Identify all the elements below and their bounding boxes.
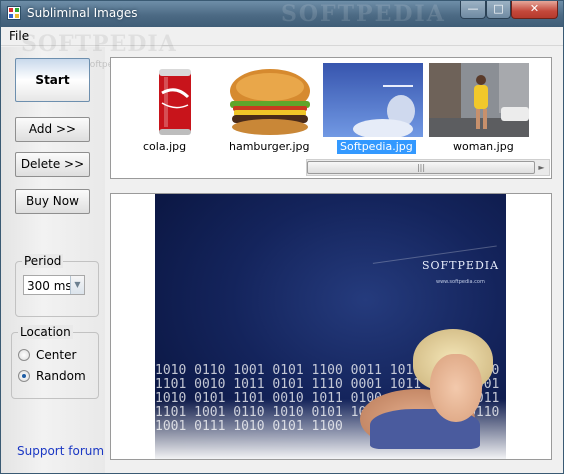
location-group: Location Center Random xyxy=(11,325,99,399)
app-window: Subliminal Images SOFTPEDIA — □ ✕ File S… xyxy=(0,0,564,474)
thumb-woman-label[interactable]: woman.jpg xyxy=(453,140,514,154)
thumb-softpedia[interactable] xyxy=(323,63,423,139)
period-select[interactable]: 300 ms ▼ xyxy=(23,275,85,295)
title-bar[interactable]: Subliminal Images SOFTPEDIA — □ ✕ xyxy=(1,1,563,27)
watermark-text: SOFTPEDIA xyxy=(281,1,446,27)
thumb-cola[interactable] xyxy=(126,63,226,137)
image-list[interactable]: cola.jpg hamburger.jpg Softpedia.jpg wom… xyxy=(110,57,552,179)
thumb-hamburger[interactable] xyxy=(220,63,320,137)
radio-center-label: Center xyxy=(36,348,77,362)
thumb-woman[interactable] xyxy=(429,63,529,137)
watermark-text: SOFTPEDIA xyxy=(21,31,177,57)
minimize-button[interactable]: — xyxy=(460,1,486,19)
poster-light-streak xyxy=(372,245,503,303)
radio-random-label: Random xyxy=(36,369,86,383)
poster-url: www.softpedia.com xyxy=(436,279,485,285)
radio-center-control[interactable] xyxy=(18,349,30,361)
poster-logo: SOFTPEDIA xyxy=(422,259,500,272)
period-group: Period 300 ms ▼ xyxy=(15,254,99,317)
thumb-softpedia-label[interactable]: Softpedia.jpg xyxy=(337,140,416,154)
start-button[interactable]: Start xyxy=(15,58,90,102)
location-legend: Location xyxy=(18,325,73,339)
add-button[interactable]: Add >> xyxy=(15,117,90,142)
maximize-button[interactable]: □ xyxy=(486,1,511,19)
period-value: 300 ms xyxy=(27,279,72,293)
window-title: Subliminal Images xyxy=(27,6,138,20)
close-button[interactable]: ✕ xyxy=(511,1,558,19)
preview-pane: SOFTPEDIA www.softpedia.com 1010 0110 10… xyxy=(110,193,552,460)
support-forum-link[interactable]: Support forum xyxy=(17,444,104,458)
scroll-right-icon[interactable]: ► xyxy=(535,161,548,174)
delete-button[interactable]: Delete >> xyxy=(15,152,90,177)
radio-random-control[interactable] xyxy=(18,370,30,382)
buy-now-button[interactable]: Buy Now xyxy=(15,189,90,214)
preview-image: SOFTPEDIA www.softpedia.com 1010 0110 10… xyxy=(155,194,506,459)
poster-figure-face xyxy=(430,354,482,422)
horizontal-scrollbar[interactable]: ||| ► xyxy=(306,159,550,176)
app-icon xyxy=(7,6,21,20)
scrollbar-thumb[interactable]: ||| xyxy=(307,161,535,174)
thumb-hamburger-label[interactable]: hamburger.jpg xyxy=(229,140,310,154)
chevron-down-icon[interactable]: ▼ xyxy=(70,276,84,294)
thumb-cola-label[interactable]: cola.jpg xyxy=(143,140,186,154)
period-legend: Period xyxy=(22,254,64,268)
